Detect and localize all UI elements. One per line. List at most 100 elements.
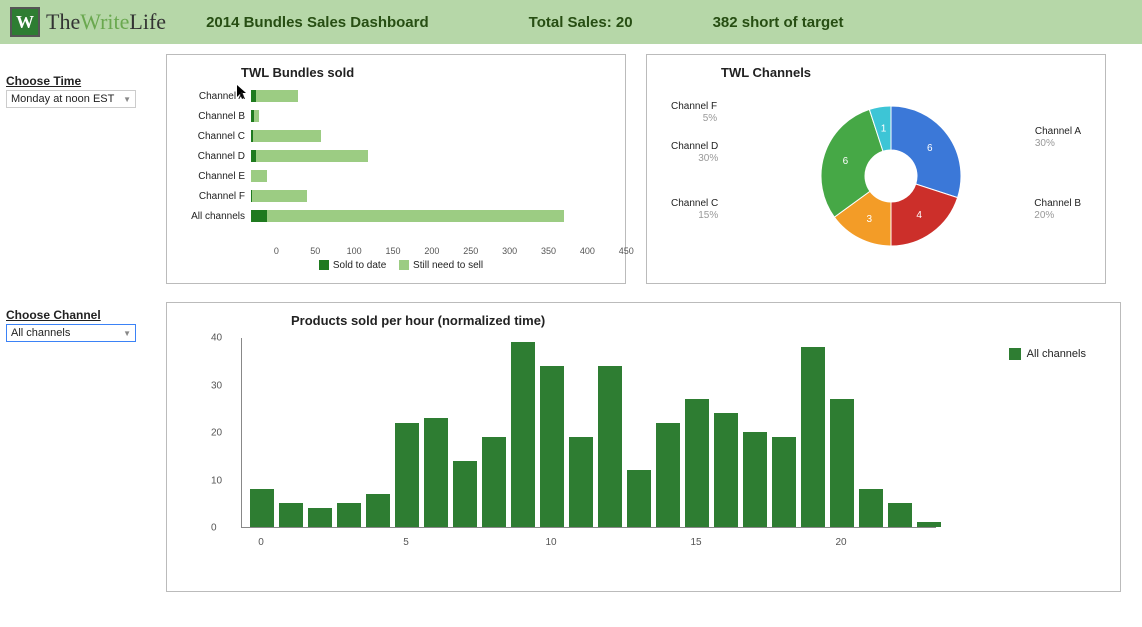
channels-pie-chart: TWL Channels 64361 Channel A30% Channel … (646, 54, 1106, 284)
chevron-down-icon: ▼ (123, 329, 131, 338)
x-tick: 0 (258, 537, 264, 548)
column-bar (482, 437, 506, 527)
column-bar (395, 423, 419, 528)
column-bar (308, 508, 332, 527)
logo-text-life: Life (129, 9, 166, 34)
header-bar: W TheWriteLife 2014 Bundles Sales Dashbo… (0, 0, 1142, 44)
choose-time-label: Choose Time (6, 74, 156, 88)
legend-swatch-all (1009, 348, 1021, 360)
column-bar (888, 503, 912, 527)
pie-slice-value: 1 (881, 124, 887, 135)
choose-channel-label: Choose Channel (6, 308, 156, 322)
logo-mark-icon: W (10, 7, 40, 37)
bar-segment (254, 110, 259, 122)
hourly-chart: Products sold per hour (normalized time)… (166, 302, 1121, 592)
column-bar (830, 399, 854, 527)
x-tick: 300 (490, 246, 529, 256)
column-bar (859, 489, 883, 527)
y-tick: 40 (211, 333, 222, 344)
time-dropdown-value: Monday at noon EST (11, 93, 114, 105)
bar-category-label: All channels (181, 211, 251, 222)
legend-all-label: All channels (1027, 348, 1086, 360)
bar-category-label: Channel C (181, 131, 251, 142)
x-tick: 150 (374, 246, 413, 256)
x-tick: 20 (835, 537, 846, 548)
x-tick: 450 (607, 246, 646, 256)
x-tick: 400 (568, 246, 607, 256)
pie-slice-value: 4 (916, 210, 922, 221)
column-bar (366, 494, 390, 527)
channel-dropdown-value: All channels (11, 327, 70, 339)
column-bar (801, 347, 825, 528)
chart-title: Products sold per hour (normalized time) (291, 313, 1106, 328)
column-bar (627, 470, 651, 527)
pie-slice (891, 106, 961, 198)
x-tick: 5 (403, 537, 409, 548)
column-bar (917, 522, 941, 527)
column-bar (743, 432, 767, 527)
bar-row: All channels (181, 206, 611, 226)
bar-row: Channel C (181, 126, 611, 146)
x-tick: 250 (451, 246, 490, 256)
donut-chart: 6 4 3 6 1 (811, 96, 971, 256)
legend-swatch-need (399, 260, 409, 270)
bar-category-label: Channel E (181, 171, 251, 182)
bar-row: Channel D (181, 146, 611, 166)
bar-segment (252, 190, 307, 202)
bar-category-label: Channel A (181, 91, 251, 102)
bundles-sold-chart: TWL Bundles sold Channel A Channel B Chann… (166, 54, 626, 284)
x-tick: 15 (690, 537, 701, 548)
bar-segment (256, 150, 368, 162)
logo: W TheWriteLife (10, 7, 166, 37)
column-bar (337, 503, 361, 527)
pie-slice-value: 6 (843, 156, 849, 167)
column-bar (598, 366, 622, 528)
bar-category-label: Channel D (181, 151, 251, 162)
pie-slice-value: 3 (866, 214, 872, 225)
pie-label-a: Channel A30% (1035, 126, 1081, 150)
bar-category-label: Channel F (181, 191, 251, 202)
legend-need-label: Still need to sell (413, 260, 483, 271)
x-tick: 200 (413, 246, 452, 256)
y-tick: 20 (211, 428, 222, 439)
x-tick: 10 (545, 537, 556, 548)
page-title: 2014 Bundles Sales Dashboard (206, 14, 429, 31)
bar-row: Channel B (181, 106, 611, 126)
pie-slice-value: 6 (927, 143, 933, 154)
channel-dropdown[interactable]: All channels ▼ (6, 324, 136, 342)
column-bar (569, 437, 593, 527)
hourly-legend: All channels (1009, 348, 1086, 360)
bar-segment (256, 90, 298, 102)
bar-category-label: Channel B (181, 111, 251, 122)
column-bar (424, 418, 448, 527)
x-tick: 50 (296, 246, 335, 256)
bar-legend: Sold to date Still need to sell (181, 260, 611, 271)
bar-segment (251, 210, 267, 222)
bar-segment (267, 210, 564, 222)
pie-label-f: Channel F5% (671, 101, 717, 125)
x-tick: 0 (257, 246, 296, 256)
column-bar (250, 489, 274, 527)
logo-text-write: Write (80, 9, 129, 34)
bar-row: Channel E (181, 166, 611, 186)
bar-segment (253, 130, 321, 142)
column-bar (685, 399, 709, 527)
chart-title: TWL Bundles sold (241, 65, 611, 80)
bar-row: Channel A (181, 86, 611, 106)
pie-label-d: Channel D30% (671, 141, 718, 165)
y-tick: 30 (211, 380, 222, 391)
column-bar (511, 342, 535, 527)
column-bar (772, 437, 796, 527)
column-bar (453, 461, 477, 528)
x-tick: 350 (529, 246, 568, 256)
x-tick: 100 (335, 246, 374, 256)
bar-segment (251, 170, 267, 182)
logo-text: TheWriteLife (46, 9, 166, 35)
legend-sold-label: Sold to date (333, 260, 386, 271)
legend-swatch-sold (319, 260, 329, 270)
time-dropdown[interactable]: Monday at noon EST ▼ (6, 90, 136, 108)
pie-label-b: Channel B20% (1034, 198, 1081, 222)
total-sales: Total Sales: 20 (529, 14, 633, 31)
y-tick: 10 (211, 475, 222, 486)
chevron-down-icon: ▼ (123, 95, 131, 104)
